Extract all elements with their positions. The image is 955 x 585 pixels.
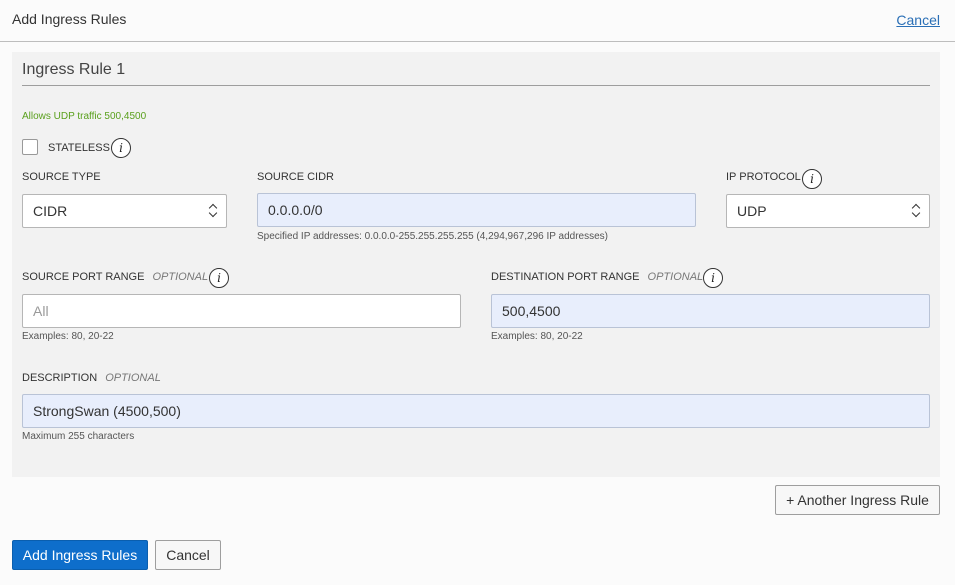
cancel-button[interactable]: Cancel <box>155 540 221 570</box>
header-cancel-link[interactable]: Cancel <box>896 12 940 28</box>
chevron-up-down-icon <box>208 203 218 219</box>
source-cidr-hint: Specified IP addresses: 0.0.0.0-255.255.… <box>257 231 608 242</box>
rule-divider <box>22 85 930 86</box>
ip-protocol-label: IP PROTOCOL <box>726 171 801 183</box>
source-type-value: CIDR <box>33 203 68 219</box>
rule-summary: Allows UDP traffic 500,4500 <box>22 111 147 122</box>
ingress-rule-panel: Ingress Rule 1 Allows UDP traffic 500,45… <box>12 52 940 477</box>
ip-protocol-value: UDP <box>737 203 767 219</box>
destination-port-info-icon[interactable]: i <box>703 268 723 288</box>
source-cidr-input[interactable]: 0.0.0.0/0 <box>257 193 696 227</box>
add-ingress-rules-button[interactable]: Add Ingress Rules <box>12 540 148 570</box>
source-port-range-label: SOURCE PORT RANGE OPTIONAL <box>22 271 209 283</box>
source-cidr-label: SOURCE CIDR <box>257 171 335 183</box>
source-port-optional: OPTIONAL <box>152 271 209 283</box>
source-type-label: SOURCE TYPE <box>22 171 101 183</box>
description-optional: OPTIONAL <box>105 372 161 384</box>
another-ingress-rule-button[interactable]: + Another Ingress Rule <box>775 485 940 515</box>
dialog-title: Add Ingress Rules <box>12 11 127 27</box>
description-hint: Maximum 255 characters <box>22 431 135 442</box>
source-port-info-icon[interactable]: i <box>209 268 229 288</box>
stateless-checkbox[interactable] <box>22 139 38 155</box>
destination-port-optional: OPTIONAL <box>647 271 704 283</box>
ip-protocol-info-icon[interactable]: i <box>802 169 822 189</box>
source-port-hint: Examples: 80, 20-22 <box>22 331 114 342</box>
destination-port-range-input[interactable]: 500,4500 <box>491 294 930 328</box>
destination-port-range-label: DESTINATION PORT RANGE OPTIONAL <box>491 271 704 283</box>
destination-port-hint: Examples: 80, 20-22 <box>491 331 583 342</box>
rule-title: Ingress Rule 1 <box>22 61 126 78</box>
dialog-header: Add Ingress Rules Cancel <box>0 0 955 42</box>
stateless-label: STATELESS <box>48 142 110 154</box>
ip-protocol-select[interactable]: UDP <box>726 194 930 228</box>
source-cidr-value: 0.0.0.0/0 <box>268 202 323 218</box>
description-label: DESCRIPTION OPTIONAL <box>22 372 161 384</box>
source-port-range-input[interactable]: All <box>22 294 461 328</box>
stateless-info-icon[interactable]: i <box>111 138 131 158</box>
destination-port-value: 500,4500 <box>502 303 561 319</box>
description-input[interactable]: StrongSwan (4500,500) <box>22 394 930 428</box>
description-value: StrongSwan (4500,500) <box>33 403 181 419</box>
source-type-select[interactable]: CIDR <box>22 194 227 228</box>
chevron-up-down-icon <box>911 203 921 219</box>
source-port-placeholder: All <box>33 303 49 319</box>
